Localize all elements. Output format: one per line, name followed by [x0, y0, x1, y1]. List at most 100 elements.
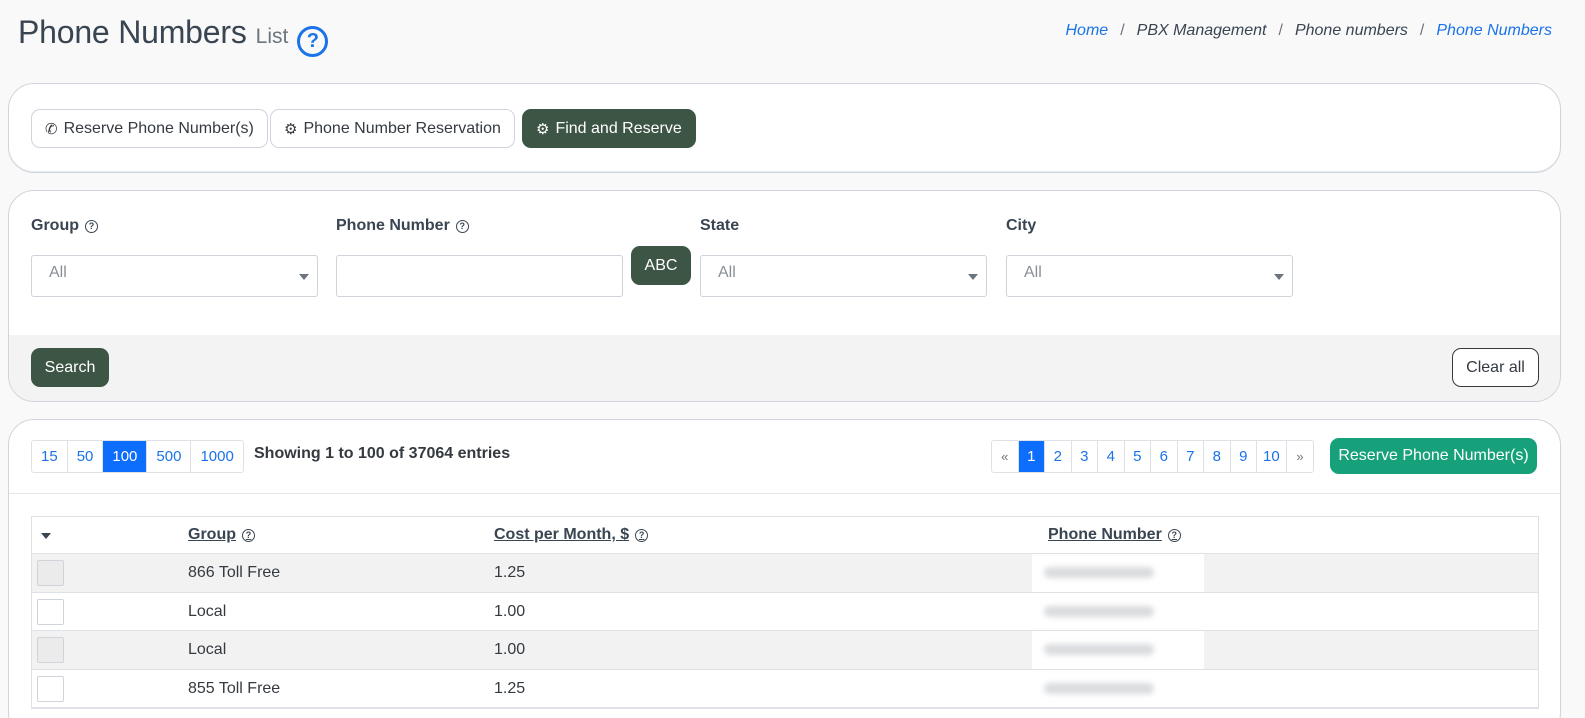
- cell-group: 855 Toll Free: [188, 679, 281, 697]
- breadcrumb-phone-numbers[interactable]: Phone Numbers: [1436, 22, 1552, 40]
- breadcrumb: Home / PBX Management / Phone numbers / …: [1066, 22, 1553, 40]
- table-row: Local 1.00: [32, 631, 1538, 670]
- row-checkbox[interactable]: [37, 560, 64, 586]
- page-size-100[interactable]: 100: [103, 441, 148, 472]
- question-circle-icon[interactable]: ?: [85, 219, 98, 233]
- page-size-500[interactable]: 500: [147, 441, 192, 472]
- phone-number-filter-label: Phone Number ?: [336, 217, 469, 235]
- group-select[interactable]: All: [31, 255, 318, 297]
- row-checkbox[interactable]: [37, 675, 64, 702]
- table-header: Group ? Cost per Month, $ ? Phone Number…: [32, 517, 1538, 554]
- column-header-cost[interactable]: Cost per Month, $ ?: [494, 526, 649, 544]
- cell-group: Local: [188, 641, 227, 658]
- search-button[interactable]: Search: [31, 348, 109, 387]
- state-select-value: All: [718, 264, 736, 281]
- breadcrumb-home[interactable]: Home: [1066, 22, 1109, 40]
- breadcrumb-phone-numbers-section: Phone numbers: [1294, 22, 1408, 39]
- cell-group: 866 Toll Free: [188, 564, 281, 581]
- tab-label: Reserve Phone Number(s): [63, 119, 254, 137]
- question-circle-icon[interactable]: ?: [1167, 528, 1181, 542]
- divider: [9, 493, 1560, 494]
- pagination: « 1 2 3 4 5 6 7 8 9 10 »: [991, 440, 1315, 473]
- redacted-phone-number: [1032, 631, 1204, 669]
- column-header-label: Cost per Month, $: [494, 526, 630, 543]
- page-size-1000[interactable]: 1000: [191, 441, 242, 472]
- pagination-page-9[interactable]: 9: [1231, 441, 1257, 472]
- city-filter-label: City: [1006, 217, 1036, 235]
- page-size-50[interactable]: 50: [68, 441, 104, 472]
- phone-numbers-table: Group ? Cost per Month, $ ? Phone Number…: [31, 516, 1539, 709]
- group-select-value: All: [49, 264, 67, 281]
- abc-button[interactable]: ABC: [631, 246, 691, 285]
- group-filter-label: Group ?: [31, 217, 98, 235]
- tab-phone-number-reservation[interactable]: ⚙ Phone Number Reservation: [270, 109, 515, 148]
- phone-icon: ✆: [45, 120, 58, 138]
- column-header-label: Phone Number: [1048, 526, 1162, 543]
- caret-down-icon: [968, 274, 978, 280]
- cell-group: Local: [188, 602, 227, 620]
- phone-number-label-text: Phone Number: [336, 217, 450, 234]
- cell-cost: 1.00: [494, 641, 526, 658]
- column-header-phone-number[interactable]: Phone Number ?: [1048, 526, 1181, 544]
- breadcrumb-pbx-management: PBX Management: [1136, 22, 1267, 39]
- page-size-selector: 15 50 100 500 1000: [31, 440, 244, 473]
- pagination-page-2[interactable]: 2: [1045, 441, 1072, 472]
- page-size-15[interactable]: 15: [32, 441, 68, 472]
- caret-down-icon: [299, 274, 309, 280]
- redacted-phone-number: [1032, 592, 1204, 630]
- pagination-page-7[interactable]: 7: [1178, 441, 1204, 472]
- caret-down-icon: [1274, 274, 1284, 280]
- caret-down-icon[interactable]: [41, 533, 51, 539]
- filter-card: Group ? All Phone Number ? ABC State All…: [8, 190, 1561, 402]
- table-row: 866 Toll Free 1.25: [32, 554, 1538, 593]
- pagination-next[interactable]: »: [1287, 441, 1313, 472]
- row-checkbox[interactable]: [37, 598, 64, 625]
- question-circle-icon[interactable]: ?: [297, 25, 329, 57]
- showing-entries-text: Showing 1 to 100 of 37064 entries: [254, 445, 511, 462]
- table-card: 15 50 100 500 1000 Showing 1 to 100 of 3…: [8, 419, 1561, 718]
- pagination-page-10[interactable]: 10: [1257, 441, 1287, 472]
- gears-icon: ⚙: [536, 120, 550, 138]
- breadcrumb-separator: /: [1278, 22, 1283, 39]
- tab-label: Phone Number Reservation: [303, 119, 501, 137]
- breadcrumb-separator: /: [1419, 22, 1425, 39]
- reserve-phone-numbers-button[interactable]: Reserve Phone Number(s): [1330, 438, 1537, 474]
- phone-number-input[interactable]: [336, 255, 623, 297]
- pagination-page-1[interactable]: 1: [1018, 441, 1045, 472]
- state-select[interactable]: All: [700, 255, 987, 297]
- page-header: Phone Numbers List ?: [18, 14, 329, 58]
- question-circle-icon[interactable]: ?: [242, 528, 255, 542]
- pagination-page-5[interactable]: 5: [1125, 441, 1151, 472]
- pagination-page-4[interactable]: 4: [1098, 441, 1125, 472]
- pagination-page-3[interactable]: 3: [1072, 441, 1098, 472]
- breadcrumb-separator: /: [1120, 22, 1125, 39]
- column-header-label: Group: [188, 526, 236, 543]
- row-checkbox[interactable]: [37, 637, 64, 663]
- page-subtitle: List: [255, 25, 289, 48]
- tab-reserve-phone-numbers[interactable]: ✆ Reserve Phone Number(s): [31, 109, 268, 148]
- tab-label: Find and Reserve: [555, 119, 682, 137]
- city-select[interactable]: All: [1006, 255, 1293, 297]
- state-filter-label: State: [700, 217, 739, 235]
- cell-cost: 1.25: [494, 679, 526, 697]
- tab-find-and-reserve[interactable]: ⚙ Find and Reserve: [522, 109, 696, 148]
- gears-icon: ⚙: [284, 120, 298, 138]
- redacted-phone-number: [1032, 554, 1204, 592]
- clear-all-button[interactable]: Clear all: [1452, 348, 1539, 387]
- page-title: Phone Numbers: [18, 14, 247, 50]
- filter-footer: Search Clear all: [9, 335, 1560, 401]
- group-label-text: Group: [31, 217, 79, 234]
- state-label-text: State: [700, 217, 740, 234]
- pagination-prev[interactable]: «: [992, 441, 1019, 472]
- table-row: 855 Toll Free 1.25: [32, 669, 1538, 708]
- redacted-phone-number: [1032, 669, 1204, 707]
- pagination-page-8[interactable]: 8: [1204, 441, 1231, 472]
- table-row: Local 1.00: [32, 592, 1538, 631]
- pagination-page-6[interactable]: 6: [1151, 441, 1178, 472]
- question-circle-icon[interactable]: ?: [635, 528, 649, 542]
- tabs-card: ✆ Reserve Phone Number(s) ⚙ Phone Number…: [8, 83, 1561, 173]
- cell-cost: 1.00: [494, 602, 526, 620]
- city-select-value: All: [1024, 264, 1042, 281]
- column-header-group[interactable]: Group ?: [188, 526, 255, 544]
- question-circle-icon[interactable]: ?: [455, 219, 469, 233]
